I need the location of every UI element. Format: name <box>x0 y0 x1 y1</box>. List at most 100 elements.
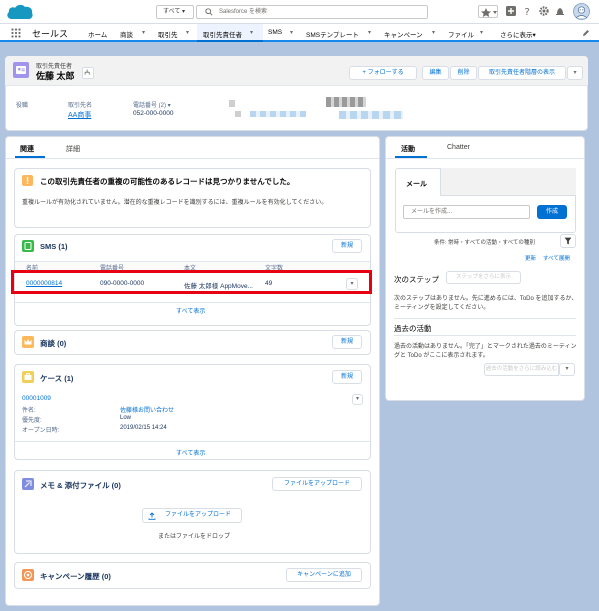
case-list-title[interactable]: ケース (1) <box>40 373 73 384</box>
campaign-target-icon <box>22 569 34 581</box>
nav-item-opportunities[interactable]: 商談 <box>120 29 133 39</box>
activity-expand-all-link[interactable]: すべて展開 <box>543 254 570 262</box>
duplicate-notice-title: この取引先責任者の重複の可能性のあるレコードは見つかりませんでした。 <box>40 177 295 186</box>
case-new-button[interactable]: 新規 <box>332 370 362 384</box>
case-priority-value: Low <box>120 415 132 421</box>
past-activity-divider <box>394 318 576 319</box>
past-activity-more-button[interactable]: 過去の活動をさらに読み込む <box>484 363 559 376</box>
upload-icon <box>148 512 156 520</box>
past-activity-title: 過去の活動 <box>394 324 432 333</box>
field-account-label: 取引先名 <box>68 103 93 109</box>
files-upload-button[interactable]: ファイルをアップロード <box>272 477 362 491</box>
case-briefcase-icon <box>22 371 34 383</box>
tab-divider <box>6 158 379 159</box>
filter-funnel-icon <box>564 237 572 245</box>
chevron-down-icon[interactable]: ▾ <box>142 29 145 36</box>
delete-button[interactable]: 削除 <box>450 66 477 80</box>
star-icon <box>481 8 497 17</box>
case-subject-link[interactable]: 佐藤様お問い合わせ <box>120 405 174 414</box>
case-number-link[interactable]: 00001009 <box>22 395 51 402</box>
tab-activity[interactable]: 活動 <box>401 144 415 154</box>
salesforce-logo[interactable] <box>6 3 34 21</box>
favorites-button[interactable] <box>478 5 498 18</box>
tab-related[interactable]: 関連 <box>20 144 34 154</box>
files-upload-inner-button[interactable]: ファイルをアップロード <box>142 508 242 523</box>
nav-item-accounts[interactable]: 取引先 <box>158 29 178 39</box>
sms-list-title[interactable]: SMS (1) <box>40 242 68 251</box>
activity-filter-text: 条件: 常時・すべての活動・すべての種別 <box>434 240 535 246</box>
files-drop-label: またはファイルをドロップ <box>158 534 231 540</box>
campaign-add-button[interactable]: キャンペーンに追加 <box>286 568 362 582</box>
publisher-tab-strip <box>440 168 576 196</box>
publisher-tab-email[interactable]: メール <box>406 179 427 189</box>
field-account-link[interactable]: AA商事 <box>68 110 91 120</box>
tab-details[interactable]: 詳細 <box>66 144 80 154</box>
notifications-bell-icon[interactable] <box>555 6 565 16</box>
chevron-down-icon[interactable]: ▾ <box>290 29 293 36</box>
files-icon <box>22 478 34 490</box>
warning-icon <box>22 175 33 186</box>
campaign-list-title[interactable]: キャンペーン履歴 (0) <box>40 571 111 582</box>
chevron-down-icon[interactable]: ▾ <box>480 29 483 36</box>
sms-new-button[interactable]: 新規 <box>332 239 362 253</box>
hierarchy-icon <box>84 69 90 75</box>
nav-item-home[interactable]: ホーム <box>88 29 107 39</box>
activity-filter-button[interactable] <box>560 234 576 248</box>
nav-item-more[interactable]: さらに表示▾ <box>500 29 536 39</box>
next-steps-title: 次のステップ <box>394 275 439 284</box>
edit-button[interactable]: 編集 <box>422 66 449 80</box>
activity-refresh-link[interactable]: 更新 <box>525 254 536 262</box>
chevron-down-icon[interactable]: ▾ <box>368 29 371 36</box>
next-steps-more-button[interactable]: ステップをさらに表示 <box>446 271 521 284</box>
files-list-title[interactable]: メモ & 添付ファイル (0) <box>40 480 121 491</box>
opportunity-list-title[interactable]: 商談 (0) <box>40 338 66 349</box>
follow-button[interactable]: + フォローする <box>349 66 417 80</box>
more-actions-chevron-down-icon[interactable]: ▾ <box>567 66 583 80</box>
global-search-input[interactable]: Salesforce を検索 <box>196 5 428 19</box>
redacted-block <box>250 111 306 117</box>
case-footer-divider <box>15 441 370 442</box>
chevron-down-icon[interactable]: ▾ <box>186 29 189 36</box>
past-activity-title-divider <box>394 335 576 336</box>
sms-view-all-link[interactable]: すべて表示 <box>176 306 205 315</box>
record-name: 佐藤 太郎 <box>36 71 75 81</box>
app-launcher-icon[interactable] <box>11 28 21 38</box>
help-icon[interactable]: ? <box>523 6 533 16</box>
app-name: セールス <box>32 29 69 39</box>
email-compose-input[interactable]: メールを作成... <box>403 205 530 219</box>
case-view-all-link[interactable]: すべて表示 <box>176 448 205 457</box>
past-activity-body: 過去の活動はありません。「完了」とマークされた過去のミーティングと ToDo が… <box>394 344 577 359</box>
past-activity-chevron-down-icon[interactable]: ▾ <box>559 363 575 376</box>
case-opened-value: 2019/02/15 14:24 <box>120 425 167 431</box>
opportunity-new-button[interactable]: 新規 <box>332 335 362 349</box>
field-phone-label[interactable]: 電話番号 (2) ▾ <box>133 100 171 109</box>
nav-item-campaigns[interactable]: キャンペーン <box>384 29 423 39</box>
user-avatar[interactable] <box>573 3 590 20</box>
activity-tab-divider <box>386 158 584 159</box>
edit-nav-pencil-icon[interactable] <box>582 29 590 37</box>
view-hierarchy-button[interactable]: 取引先責任者階層の表示 <box>478 66 566 80</box>
chevron-down-icon[interactable]: ▾ <box>250 29 253 36</box>
svg-text:?: ? <box>525 7 530 16</box>
search-icon <box>205 8 213 16</box>
sms-icon <box>22 240 34 252</box>
search-scope-select[interactable]: すべて ▾ <box>156 5 194 19</box>
case-actions-chevron-down-icon[interactable]: ▾ <box>352 394 363 405</box>
chevron-down-icon[interactable]: ▾ <box>432 29 435 36</box>
sms-footer-divider <box>15 302 370 303</box>
setup-gear-icon[interactable] <box>539 6 549 16</box>
nav-item-contacts[interactable]: 取引先責任者 <box>203 29 242 39</box>
opportunity-crown-icon <box>22 336 34 348</box>
redacted-block <box>326 97 366 107</box>
tab-chatter[interactable]: Chatter <box>447 144 470 151</box>
opportunity-related-list <box>14 330 371 355</box>
contact-icon <box>13 62 29 78</box>
global-add-icon[interactable] <box>506 6 516 16</box>
email-create-button[interactable]: 作成 <box>537 205 567 219</box>
case-opened-label: オープン日時: <box>22 428 60 434</box>
redacted-block <box>235 111 241 117</box>
nav-item-sms-templates[interactable]: SMSテンプレート <box>306 29 359 39</box>
hierarchy-button[interactable] <box>82 67 94 79</box>
nav-item-files[interactable]: ファイル <box>448 29 474 39</box>
nav-item-sms[interactable]: SMS <box>268 29 282 36</box>
